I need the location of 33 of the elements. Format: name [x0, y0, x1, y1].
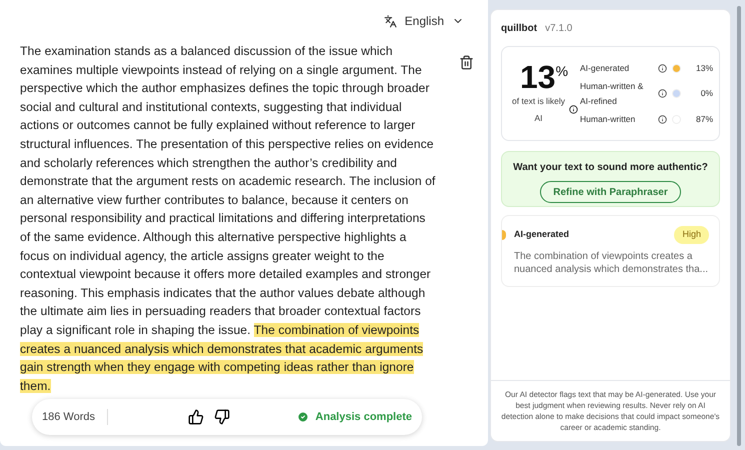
- category-label: Human-written: [580, 112, 636, 126]
- category-label: Human-written & AI-refined: [580, 80, 644, 108]
- category-percent: 0%: [700, 87, 713, 100]
- percent-sign: %: [556, 62, 568, 80]
- category-percent: 13%: [694, 62, 713, 74]
- thumbs-up-button[interactable]: [188, 409, 204, 425]
- version-label: v7.1.0: [545, 22, 572, 36]
- word-count: 186 Words: [42, 408, 108, 426]
- score-caption: of text is likely AI: [511, 94, 566, 124]
- category-percent: 87%: [694, 112, 713, 126]
- thumbs-down-button[interactable]: [214, 409, 230, 425]
- language-selector[interactable]: English: [384, 12, 464, 30]
- info-icon[interactable]: [658, 114, 667, 124]
- analysis-status: Analysis complete: [315, 410, 412, 425]
- trash-icon: [459, 54, 474, 70]
- brand-logo: quillbot: [501, 22, 538, 36]
- result-label: AI-generated: [514, 228, 570, 241]
- result-excerpt: The combination of viewpoints creates a nuanced analysis which demonstrates tha...: [514, 250, 709, 276]
- thumbs-down-icon: [214, 409, 230, 425]
- check-icon: [297, 411, 310, 423]
- cta-question: Want your text to sound more authentic?: [513, 161, 708, 175]
- ai-score: 13: [520, 60, 556, 92]
- info-icon[interactable]: [568, 105, 578, 114]
- info-icon[interactable]: [658, 64, 667, 72]
- essay-text: The examination stands as a balanced discussion of the issue which examines multiple viewpoints instead of relying on a single argument. The perspective which the author emphasizes defines the topic through broader social and cultural and institutional contexts, suggesting that individual actions or outcomes cannot be fully explained without reference to larger structural influences. The presentation of this perspective relies on evidence and scholarly references which strengthen the author’s credibility and demonstrate that the argument rests on academic research. The inclusion of an alternative view further contributes to balance, because it centers on personal responsibility and practical limitations and differing interpretations of the same evidence. Although this alternative perspective highlights a focus on individual agency, the article assigns greater weight to the contextual viewpoint because it offers more detailed examples and stronger reasoning. This emphasis indicates that the author values debate although the ultimate aim lies in persuading readers that broader contextual factors play a significant role in shaping the issue. The combination of viewpoints creates a nuanced analysis which demonstrates that academic arguments gain strength when they engage with competing ideas rather than ignore them.: [20, 43, 436, 395]
- thumbs-up-icon: [188, 409, 204, 425]
- delete-button[interactable]: [459, 54, 474, 70]
- result-card[interactable]: AI-generated High The combination of viewpoints creates a nuanced analysis which demonstrates tha...: [501, 215, 720, 286]
- likelihood-badge: High: [674, 226, 709, 244]
- translate-icon: [384, 14, 397, 28]
- info-icon[interactable]: [658, 89, 667, 98]
- category-label: AI-generated: [580, 62, 630, 75]
- paraphraser-button[interactable]: Refine with Paraphraser: [540, 181, 681, 203]
